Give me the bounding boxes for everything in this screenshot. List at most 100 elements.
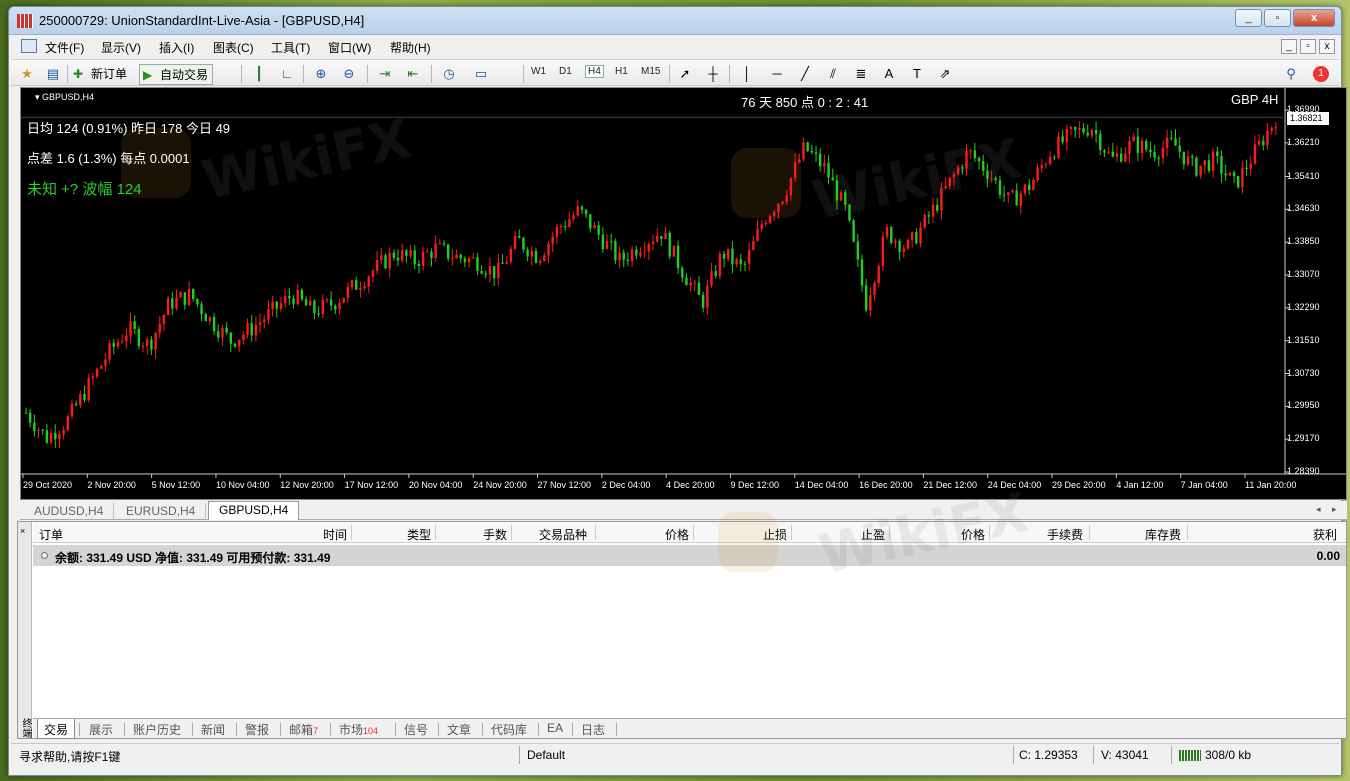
- mdi-minimize-button[interactable]: _: [1281, 39, 1297, 54]
- menu-tools[interactable]: 工具(T): [271, 39, 310, 56]
- text-icon[interactable]: A: [879, 64, 899, 84]
- zoom-out-icon[interactable]: ⊖: [339, 64, 359, 84]
- bar-chart-icon[interactable]: ┃: [249, 64, 269, 84]
- menu-file[interactable]: 文件(F): [45, 39, 84, 56]
- terminal-tab-experts[interactable]: EA: [547, 721, 563, 735]
- mdi-close-button[interactable]: x: [1319, 39, 1335, 54]
- text-label-icon[interactable]: T: [907, 64, 927, 84]
- terminal-tab-journal[interactable]: 日志: [581, 721, 605, 738]
- menu-window[interactable]: 窗口(W): [328, 39, 371, 56]
- terminal-tab-articles[interactable]: 文章: [447, 721, 471, 738]
- minimize-button[interactable]: _: [1235, 9, 1262, 27]
- chart-corner-label: GBP 4H: [1231, 92, 1279, 107]
- vertical-line-icon[interactable]: │: [737, 64, 757, 84]
- line-chart-icon[interactable]: ∟: [277, 64, 297, 84]
- candle-body: [685, 277, 688, 286]
- price-chart[interactable]: WikiFX WikiFX ▾ GBPUSD,H4 76 天 850 点 0 :…: [20, 87, 1347, 500]
- tab-gbpusd[interactable]: GBPUSD,H4: [208, 501, 300, 520]
- terminal-tab-signals[interactable]: 信号: [404, 721, 428, 738]
- candle-body: [727, 248, 730, 259]
- trendline-icon[interactable]: ╱: [795, 64, 815, 84]
- terminal-close-icon[interactable]: ×: [20, 526, 25, 536]
- candle-body: [522, 237, 525, 250]
- candle-body: [580, 206, 584, 210]
- search-icon[interactable]: ⚲: [1281, 64, 1301, 84]
- indicators-icon[interactable]: ◷: [439, 64, 459, 84]
- toolbar-separator: [431, 65, 432, 83]
- menu-insert[interactable]: 插入(I): [159, 39, 194, 56]
- mdi-restore-button[interactable]: ▫: [1300, 39, 1316, 54]
- col-swap[interactable]: 库存费: [1145, 526, 1181, 543]
- tab-audusd[interactable]: AUDUSD,H4: [24, 503, 115, 520]
- tab-eurusd[interactable]: EURUSD,H4: [116, 503, 207, 520]
- timeframe-h4[interactable]: H4: [585, 65, 604, 78]
- terminal-tab-exposure[interactable]: 展示: [89, 721, 113, 738]
- timeframe-h1[interactable]: H1: [615, 66, 628, 77]
- terminal-tab-mailbox[interactable]: 邮箱7: [289, 721, 318, 738]
- candle-body: [814, 152, 818, 154]
- menu-help[interactable]: 帮助(H): [390, 39, 431, 56]
- auto-scroll-icon[interactable]: ⇥: [375, 64, 395, 84]
- auto-trading-button[interactable]: ▶ 自动交易: [139, 64, 214, 85]
- close-button[interactable]: x: [1293, 9, 1335, 27]
- candle-body: [1203, 160, 1206, 166]
- tab-scroll-left-icon[interactable]: ◂: [1316, 504, 1321, 515]
- candle-body: [1015, 190, 1018, 206]
- crosshair-icon[interactable]: ┼: [703, 64, 723, 84]
- price-tick-label: 1.31510: [1287, 334, 1320, 345]
- col-profit[interactable]: 获利: [1313, 526, 1337, 543]
- market-watch-icon[interactable]: ▤: [43, 64, 63, 84]
- fibonacci-icon[interactable]: ≣: [851, 64, 871, 84]
- candle-body: [62, 429, 65, 435]
- status-profile[interactable]: Default: [527, 748, 565, 762]
- candle-body: [271, 301, 274, 309]
- time-tick-label: 20 Nov 04:00: [408, 480, 463, 490]
- arrows-icon[interactable]: ⇗: [935, 64, 955, 84]
- candle-body: [965, 150, 968, 169]
- col-symbol[interactable]: 交易品种: [539, 526, 587, 543]
- terminal-tab-trade[interactable]: 交易: [37, 719, 76, 739]
- child-window-icon[interactable]: [21, 39, 37, 53]
- col-time[interactable]: 时间: [323, 526, 347, 543]
- cursor-icon[interactable]: ➚: [675, 64, 695, 84]
- notification-badge[interactable]: 1: [1313, 66, 1329, 82]
- terminal-tab-code-base[interactable]: 代码库: [491, 721, 527, 738]
- terminal-tab-history[interactable]: 账户历史: [133, 721, 181, 738]
- candle-body: [58, 434, 61, 440]
- col-price[interactable]: 价格: [665, 526, 689, 543]
- col-commission[interactable]: 手续费: [1047, 526, 1083, 543]
- tab-scroll-right-icon[interactable]: ▸: [1332, 504, 1337, 515]
- menu-charts[interactable]: 图表(C): [213, 39, 254, 56]
- profiles-icon[interactable]: ★: [17, 64, 37, 84]
- zoom-in-icon[interactable]: ⊕: [311, 64, 331, 84]
- candle-body: [655, 236, 659, 242]
- candle-body: [668, 232, 671, 257]
- terminal-tab-market[interactable]: 市场104: [339, 721, 378, 738]
- timeframe-d1[interactable]: D1: [559, 66, 572, 77]
- candle-body: [1115, 153, 1119, 157]
- title-bar[interactable]: 250000729: UnionStandardInt-Live-Asia - …: [9, 7, 1341, 35]
- candle-body: [1241, 167, 1244, 188]
- col-order[interactable]: 订单: [39, 526, 63, 543]
- terminal-tab-news[interactable]: 新闻: [201, 721, 225, 738]
- candle-body: [196, 298, 199, 305]
- maximize-button[interactable]: ▫: [1264, 9, 1291, 27]
- candle-body: [28, 412, 32, 423]
- channel-icon[interactable]: ⫽: [823, 64, 843, 84]
- horizontal-line-icon[interactable]: ─: [767, 64, 787, 84]
- timeframe-w1[interactable]: W1: [531, 66, 546, 77]
- col-volume[interactable]: 手数: [483, 526, 507, 543]
- candle-body: [1211, 151, 1215, 171]
- new-order-button[interactable]: ✚ 新订单: [73, 64, 127, 84]
- timeframe-m15[interactable]: M15: [641, 66, 660, 77]
- terminal-side-grip[interactable]: × 终端: [18, 522, 32, 738]
- candle-body: [1057, 136, 1060, 158]
- col-type[interactable]: 类型: [407, 526, 431, 543]
- terminal-tab-alerts[interactable]: 警报: [245, 721, 269, 738]
- chart-shift-icon[interactable]: ⇤: [403, 64, 423, 84]
- menu-view[interactable]: 显示(V): [101, 39, 141, 56]
- candle-body: [869, 295, 872, 311]
- candle-body: [998, 180, 1002, 195]
- toolbar-separator: [669, 65, 670, 83]
- templates-icon[interactable]: ▭: [471, 64, 491, 84]
